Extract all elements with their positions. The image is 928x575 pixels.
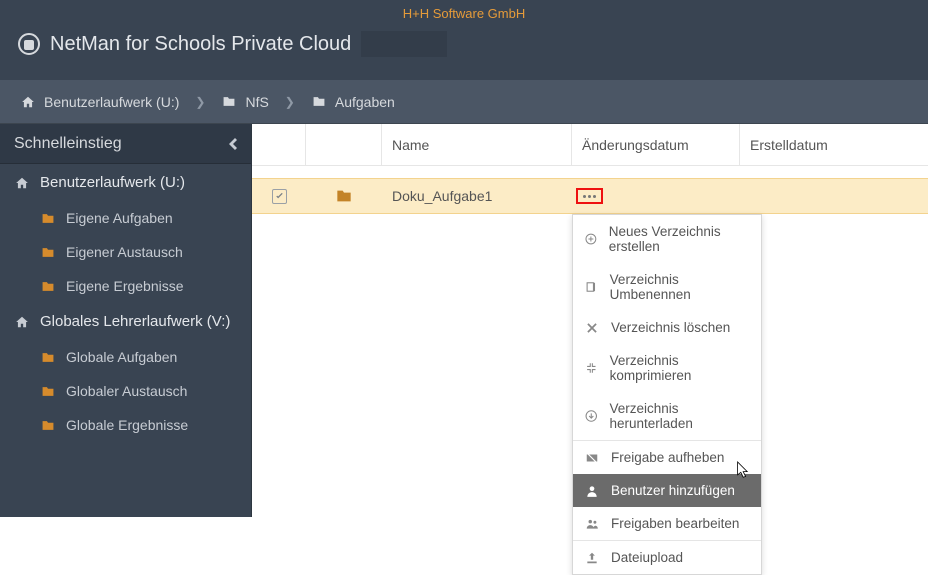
sidebar-item-label: Globale Aufgaben	[66, 349, 177, 365]
sidebar-group-teacher-drive[interactable]: Globales Lehrerlaufwerk (V:)	[0, 303, 251, 340]
row-actions-button[interactable]	[576, 188, 603, 204]
ctx-add-user[interactable]: Benutzer hinzufügen	[573, 474, 761, 507]
users-icon	[585, 517, 599, 531]
breadcrumb-item-aufgaben[interactable]: Aufgaben	[311, 94, 395, 110]
breadcrumb-label: Benutzerlaufwerk (U:)	[44, 94, 179, 110]
sidebar-item-eigene-ergebnisse[interactable]: Eigene Ergebnisse	[0, 269, 251, 303]
ctx-label: Neues Verzeichnis erstellen	[609, 224, 749, 254]
folder-icon	[40, 246, 56, 259]
column-modified[interactable]: Änderungsdatum	[572, 124, 740, 165]
folder-icon	[221, 95, 237, 108]
sidebar-group-user-drive[interactable]: Benutzerlaufwerk (U:)	[0, 164, 251, 201]
table-row[interactable]: Doku_Aufgabe1	[252, 178, 928, 214]
breadcrumb: Benutzerlaufwerk (U:) ❯ NfS ❯ Aufgaben	[0, 80, 928, 124]
chevron-left-icon	[229, 138, 237, 150]
sidebar-item-globale-aufgaben[interactable]: Globale Aufgaben	[0, 340, 251, 374]
ctx-label: Verzeichnis Umbenennen	[610, 272, 749, 302]
row-checkbox[interactable]	[272, 189, 287, 204]
chevron-right-icon: ❯	[195, 95, 205, 109]
ctx-label: Freigabe aufheben	[611, 450, 724, 465]
folder-icon	[40, 385, 56, 398]
ctx-new-folder[interactable]: Neues Verzeichnis erstellen	[573, 215, 761, 263]
home-icon	[14, 315, 30, 329]
column-created[interactable]: Erstelldatum	[740, 124, 928, 165]
ctx-edit-shares[interactable]: Freigaben bearbeiten	[573, 507, 761, 540]
sidebar-item-globale-ergebnisse[interactable]: Globale Ergebnisse	[0, 408, 251, 442]
download-circle-icon	[585, 409, 598, 423]
ctx-label: Benutzer hinzufügen	[611, 483, 735, 498]
user-icon	[585, 484, 599, 498]
ctx-delete[interactable]: Verzeichnis löschen	[573, 311, 761, 344]
file-name[interactable]: Doku_Aufgabe1	[382, 179, 572, 213]
breadcrumb-item-root[interactable]: Benutzerlaufwerk (U:)	[20, 94, 179, 110]
rename-icon	[585, 280, 598, 294]
ctx-compress[interactable]: Verzeichnis komprimieren	[573, 344, 761, 392]
sidebar-item-eigene-aufgaben[interactable]: Eigene Aufgaben	[0, 201, 251, 235]
check-icon	[274, 191, 285, 202]
compress-icon	[585, 361, 598, 375]
sidebar-item-label: Globale Ergebnisse	[66, 417, 188, 433]
sidebar: Schnelleinstieg Benutzerlaufwerk (U:) Ei…	[0, 124, 252, 517]
breadcrumb-label: Aufgaben	[335, 94, 395, 110]
table-header: Name Änderungsdatum Erstelldatum	[252, 124, 928, 166]
ctx-upload[interactable]: Dateiupload	[573, 541, 761, 574]
sidebar-group-label: Benutzerlaufwerk (U:)	[40, 174, 185, 191]
column-name[interactable]: Name	[382, 124, 572, 165]
ctx-download[interactable]: Verzeichnis herunterladen	[573, 392, 761, 440]
company-label: H+H Software GmbH	[0, 0, 928, 21]
app-icon	[18, 33, 40, 55]
sidebar-group-label: Globales Lehrerlaufwerk (V:)	[40, 313, 230, 330]
ctx-label: Dateiupload	[611, 550, 683, 565]
app-title: NetMan for Schools Private Cloud	[50, 33, 351, 56]
ctx-label: Verzeichnis löschen	[611, 320, 730, 335]
breadcrumb-label: NfS	[245, 94, 268, 110]
folder-icon	[40, 280, 56, 293]
ctx-label: Verzeichnis herunterladen	[610, 401, 749, 431]
file-listing: Name Änderungsdatum Erstelldatum Doku_Au…	[252, 124, 928, 517]
sidebar-item-label: Eigener Austausch	[66, 244, 183, 260]
plus-circle-icon	[585, 232, 597, 246]
folder-icon	[40, 212, 56, 225]
upload-icon	[585, 551, 599, 565]
breadcrumb-item-nfs[interactable]: NfS	[221, 94, 268, 110]
sidebar-header[interactable]: Schnelleinstieg	[0, 124, 251, 164]
ctx-label: Verzeichnis komprimieren	[610, 353, 749, 383]
top-bar: H+H Software GmbH NetMan for Schools Pri…	[0, 0, 928, 80]
unshare-icon	[585, 451, 599, 465]
folder-icon	[40, 419, 56, 432]
folder-icon	[306, 179, 382, 213]
folder-icon	[311, 95, 327, 108]
sidebar-item-label: Eigene Aufgaben	[66, 210, 173, 226]
home-icon	[14, 176, 30, 190]
chevron-right-icon: ❯	[285, 95, 295, 109]
sidebar-item-globaler-austausch[interactable]: Globaler Austausch	[0, 374, 251, 408]
folder-icon	[40, 351, 56, 364]
sidebar-header-label: Schnelleinstieg	[14, 135, 122, 153]
x-icon	[585, 321, 599, 335]
ctx-rename[interactable]: Verzeichnis Umbenennen	[573, 263, 761, 311]
user-badge[interactable]	[361, 31, 447, 57]
sidebar-item-label: Eigene Ergebnisse	[66, 278, 184, 294]
context-menu: Neues Verzeichnis erstellen Verzeichnis …	[572, 214, 762, 575]
sidebar-item-label: Globaler Austausch	[66, 383, 187, 399]
ctx-unshare[interactable]: Freigabe aufheben	[573, 441, 761, 474]
ctx-label: Freigaben bearbeiten	[611, 516, 739, 531]
sidebar-item-eigener-austausch[interactable]: Eigener Austausch	[0, 235, 251, 269]
home-icon	[20, 95, 36, 109]
